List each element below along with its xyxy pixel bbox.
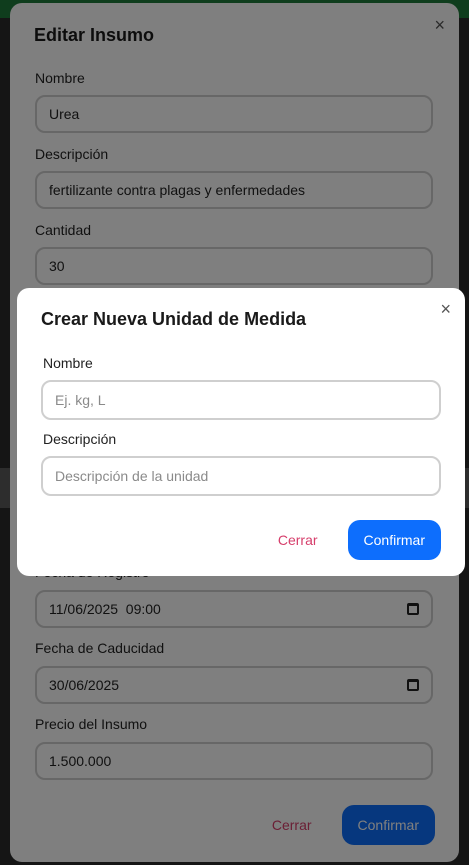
unit-descripcion-label: Descripción [43,431,117,447]
unit-descripcion-input[interactable] [41,456,441,496]
unit-nombre-input[interactable] [41,380,441,420]
close-icon[interactable]: × [440,299,451,320]
unit-nombre-label: Nombre [43,355,93,371]
confirmar-button[interactable]: Confirmar [347,520,441,560]
create-modal-title: Crear Nueva Unidad de Medida [41,309,307,329]
create-modal-footer: Cerrar Confirmar [278,520,441,560]
cerrar-button[interactable]: Cerrar [278,532,318,548]
create-unit-modal: Crear Nueva Unidad de Medida × Nombre De… [17,288,465,576]
